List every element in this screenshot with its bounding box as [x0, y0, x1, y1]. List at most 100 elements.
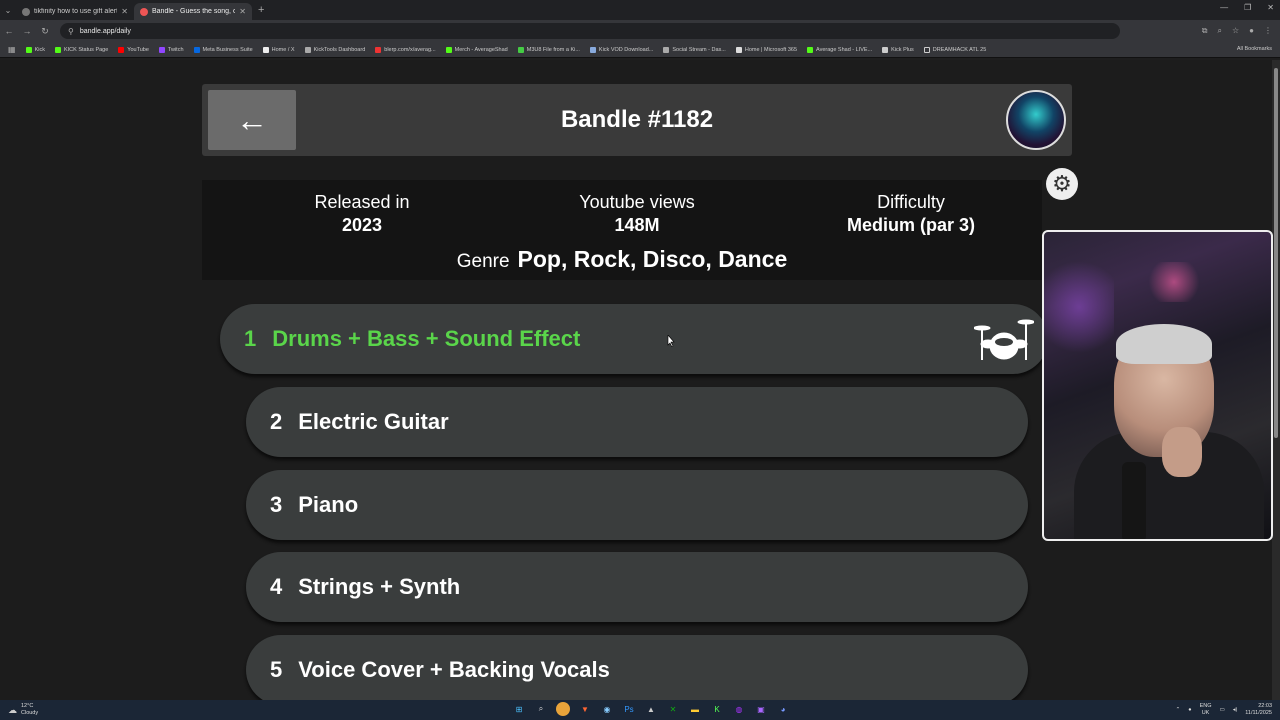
- kick-icon[interactable]: K: [710, 702, 724, 716]
- clock[interactable]: 22:03 11/11/2025: [1245, 703, 1272, 717]
- bookmark-icon: [158, 46, 165, 53]
- bookmark-icon: [882, 46, 889, 53]
- bookmark-item[interactable]: Home / X: [262, 46, 295, 53]
- tab-search-icon[interactable]: ⌄: [0, 0, 16, 20]
- difficulty-label: Difficulty: [877, 192, 945, 212]
- bookmark-item[interactable]: KICK Status Page: [54, 46, 108, 53]
- site-info-icon[interactable]: ⚲: [68, 27, 74, 36]
- tab-title: Bandle - Guess the song, o: [152, 8, 236, 15]
- start-icon[interactable]: ⊞: [512, 702, 526, 716]
- song-info-panel: Released in 2023 Youtube views 148M Diff…: [202, 180, 1042, 280]
- weather-widget[interactable]: ☁ 12°C Cloudy: [8, 703, 38, 717]
- toolbar-icons: ⧉ ⌕ ☆ ● ⋮: [1202, 26, 1272, 36]
- difficulty-stat: Difficulty Medium (par 3): [801, 192, 1021, 236]
- obs-icon[interactable]: ◍: [732, 702, 746, 716]
- genre-row: Genre Pop, Rock, Disco, Dance: [202, 246, 1042, 273]
- bookmark-item[interactable]: Social Stream - Das...: [663, 46, 726, 53]
- bookmark-icon: [735, 46, 742, 53]
- clue-number: 5: [270, 657, 283, 682]
- difficulty-value: Medium (par 3): [846, 215, 975, 235]
- bookmark-item[interactable]: blerp.com/x/averag...: [375, 46, 436, 53]
- bookmark-item[interactable]: Kick Plus: [882, 46, 914, 53]
- clue-label: Piano: [298, 492, 359, 517]
- bookmark-star-icon[interactable]: ☆: [1232, 26, 1239, 36]
- bookmark-item[interactable]: KickTools Dashboard: [304, 46, 365, 53]
- clue-label: Drums + Bass + Sound Effect: [272, 326, 581, 351]
- taskbar-apps: ⊞ ⌕ ▼ ◉ Ps ▲ ✕ ▬ K ◍ ▣ ◕: [512, 702, 790, 716]
- tab-favicon-icon: [22, 7, 30, 16]
- minimize-icon[interactable]: —: [1220, 3, 1228, 12]
- bookmark-icon: [25, 46, 32, 53]
- browser-tab[interactable]: tikfinity how to use gift alerts - ✕: [16, 3, 134, 20]
- window-controls: — ❐ ✕: [1220, 3, 1274, 12]
- close-window-icon[interactable]: ✕: [1267, 3, 1274, 12]
- bookmark-icon: [517, 46, 524, 53]
- clue-row[interactable]: 3 Piano: [246, 470, 1028, 540]
- clue-row[interactable]: 4 Strings + Synth: [246, 552, 1028, 622]
- clue-row[interactable]: 5 Voice Cover + Backing Vocals: [246, 635, 1028, 700]
- user-avatar[interactable]: [1006, 90, 1066, 150]
- forward-nav-icon[interactable]: →: [18, 26, 36, 36]
- bookmark-icon: [589, 46, 596, 53]
- chrome-icon[interactable]: [556, 702, 570, 716]
- zoom-icon[interactable]: ⌕: [1218, 26, 1222, 36]
- reload-icon[interactable]: ↻: [36, 26, 54, 37]
- clue-label: Voice Cover + Backing Vocals: [298, 657, 610, 682]
- photoshop-icon[interactable]: Ps: [622, 702, 636, 716]
- app-icon[interactable]: ▲: [644, 702, 658, 716]
- xbox-icon[interactable]: ✕: [666, 702, 680, 716]
- volume-icon[interactable]: ◂): [1233, 707, 1238, 713]
- language-indicator[interactable]: ENG UK: [1200, 703, 1212, 717]
- bookmark-icon: [375, 46, 382, 53]
- back-nav-icon[interactable]: ←: [0, 26, 18, 36]
- apps-icon[interactable]: ▦: [8, 45, 16, 54]
- tab-close-icon[interactable]: ✕: [121, 7, 128, 16]
- browser-toolbar: ← → ↻ ⚲ bandle.app/daily ⧉ ⌕ ☆ ● ⋮: [0, 20, 1280, 42]
- discord-icon[interactable]: ◕: [776, 702, 790, 716]
- folder-icon[interactable]: ▬: [688, 702, 702, 716]
- tray-overflow-icon[interactable]: ⌃: [1176, 707, 1181, 713]
- steam-icon[interactable]: ◉: [600, 702, 614, 716]
- maximize-icon[interactable]: ❐: [1244, 3, 1251, 12]
- bookmark-item[interactable]: Merch - AverageShad: [445, 46, 508, 53]
- address-bar[interactable]: ⚲ bandle.app/daily: [60, 23, 1120, 39]
- bookmark-item[interactable]: Kick: [25, 46, 45, 53]
- twitch-icon[interactable]: ▣: [754, 702, 768, 716]
- bookmark-icon: [118, 46, 125, 53]
- bookmark-icon: [445, 46, 452, 53]
- views-label: Youtube views: [579, 192, 695, 212]
- brave-icon[interactable]: ▼: [578, 702, 592, 716]
- folder-icon: [923, 46, 930, 53]
- bookmark-item[interactable]: Home | Microsoft 365: [735, 46, 797, 53]
- clue-row-active[interactable]: 1 Drums + Bass + Sound Effect: [220, 304, 1048, 374]
- bookmark-folder[interactable]: DREAMHACK ATL 25: [923, 46, 986, 53]
- bookmark-item[interactable]: M3U8 File from a Ki...: [517, 46, 580, 53]
- extension-icon[interactable]: ⧉: [1202, 26, 1208, 36]
- bookmark-icon: [54, 46, 61, 53]
- page-title: Bandle #1182: [560, 106, 714, 133]
- bookmark-icon: [193, 46, 200, 53]
- profile-icon[interactable]: ●: [1249, 26, 1254, 36]
- network-icon[interactable]: ▭: [1219, 707, 1224, 713]
- bookmark-item[interactable]: YouTube: [118, 46, 149, 53]
- mouse-cursor-icon: [667, 335, 675, 347]
- tray-app-icon[interactable]: ●: [1188, 707, 1191, 713]
- bookmark-item[interactable]: Meta Business Suite: [193, 46, 253, 53]
- page-scrollbar[interactable]: [1272, 60, 1280, 700]
- tab-favicon-icon: [140, 7, 148, 16]
- settings-gear-icon[interactable]: ⚙: [1046, 168, 1078, 200]
- search-icon[interactable]: ⌕: [534, 702, 548, 716]
- menu-icon[interactable]: ⋮: [1264, 26, 1272, 36]
- browser-tab-active[interactable]: Bandle - Guess the song, o ✕: [134, 3, 252, 20]
- new-tab-button[interactable]: +: [252, 4, 270, 16]
- bookmark-item[interactable]: Twitch: [158, 46, 184, 53]
- bookmark-item[interactable]: Kick VOD Download...: [589, 46, 653, 53]
- game-header: ← Bandle #1182: [202, 84, 1072, 156]
- clue-row[interactable]: 2 Electric Guitar: [246, 387, 1028, 457]
- scrollbar-thumb[interactable]: [1274, 68, 1278, 438]
- bookmark-icon: [663, 46, 670, 53]
- tab-close-icon[interactable]: ✕: [239, 7, 246, 16]
- webcam-overlay: [1042, 230, 1273, 541]
- all-bookmarks-button[interactable]: All Bookmarks: [1237, 46, 1272, 52]
- bookmark-item[interactable]: Average Shad - LIVE...: [807, 46, 872, 53]
